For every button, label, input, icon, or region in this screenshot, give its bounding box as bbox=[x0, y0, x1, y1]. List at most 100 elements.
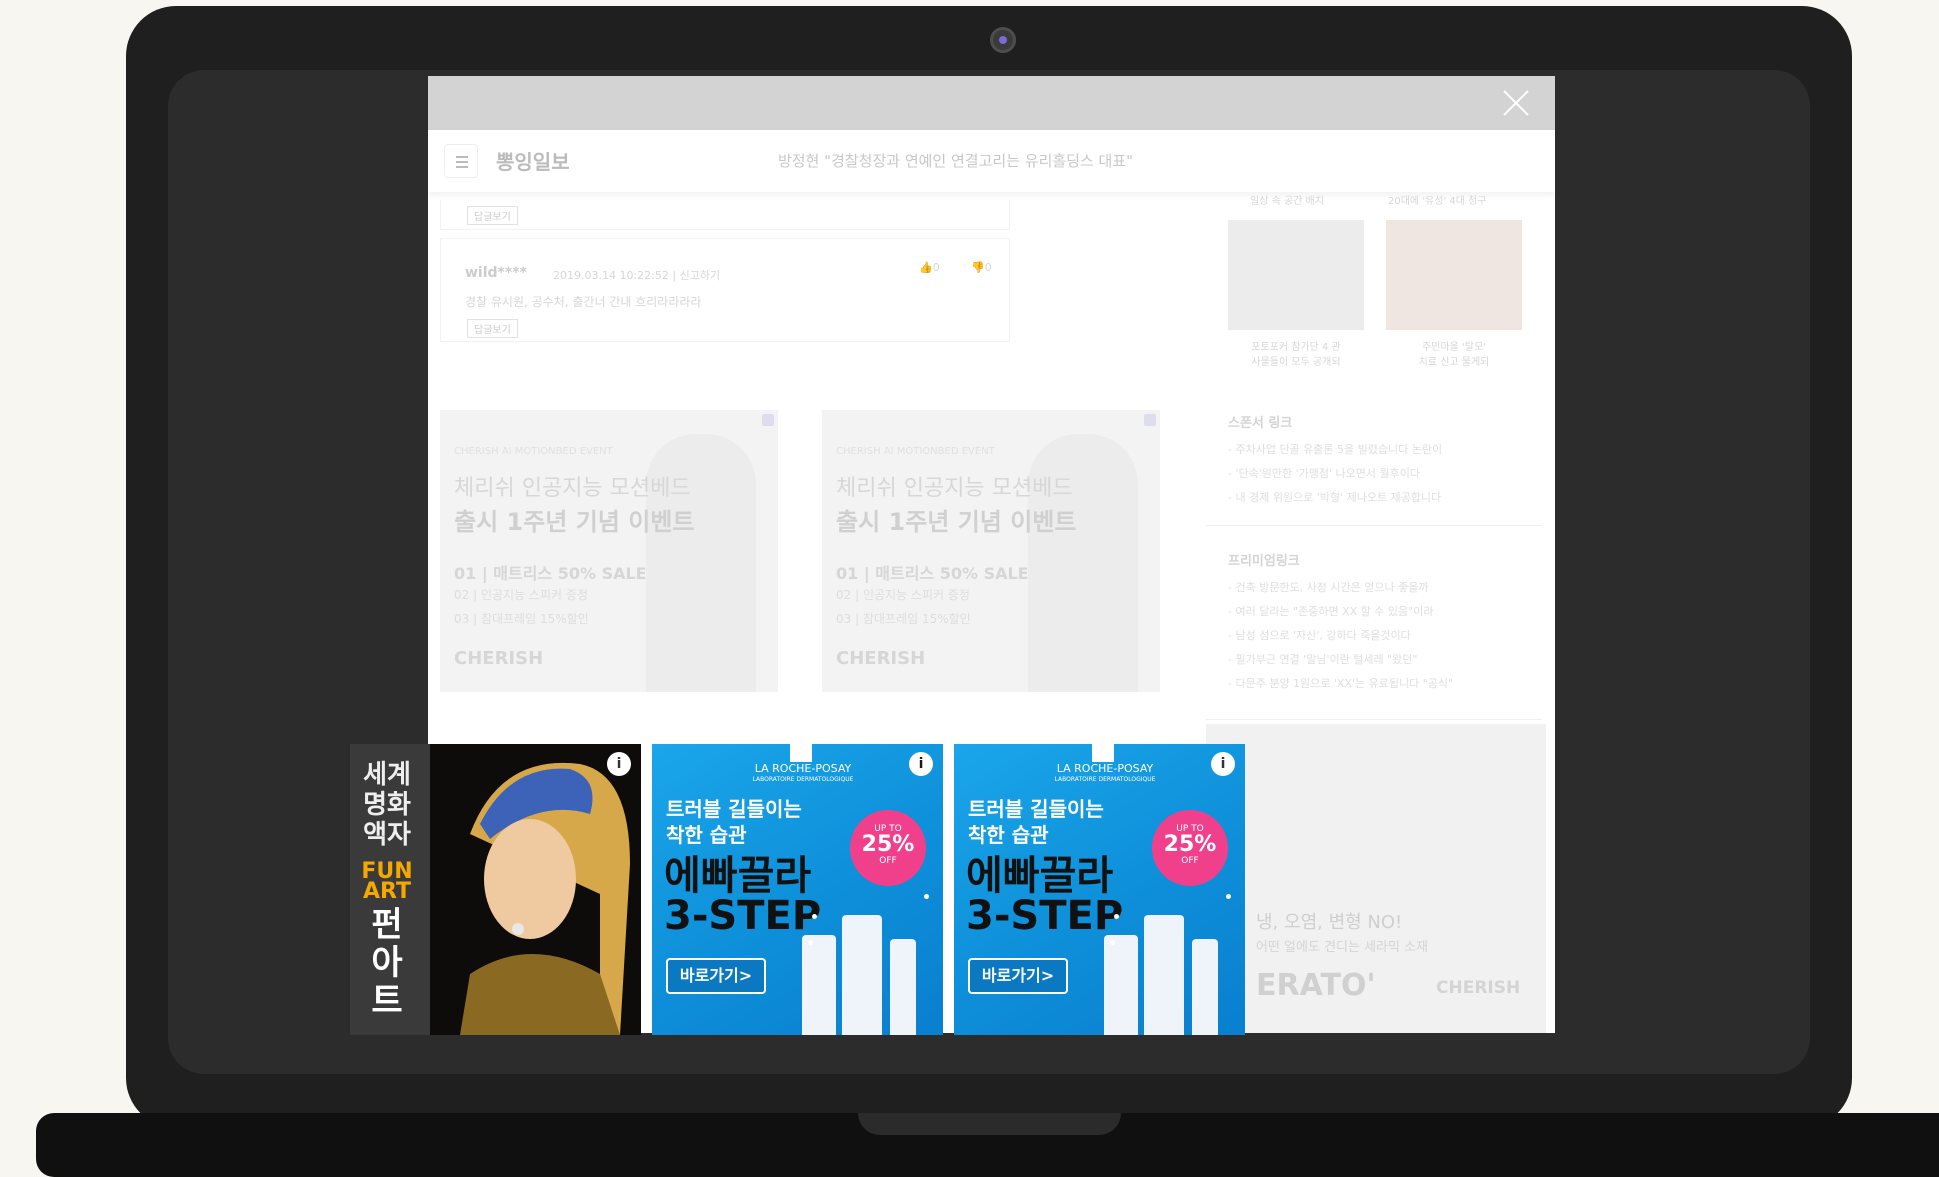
ad-tag bbox=[790, 744, 812, 762]
comment-meta: 2019.03.14 10:22:52 | 신고하기 bbox=[553, 269, 721, 282]
funart-logo: FUN ART bbox=[361, 859, 413, 904]
decor-dot bbox=[1110, 940, 1115, 945]
close-icon[interactable] bbox=[1499, 86, 1533, 120]
go-button[interactable]: 바로가기> bbox=[968, 958, 1068, 994]
discount-badge: UP TO 25% OFF bbox=[850, 810, 926, 886]
webcam-icon bbox=[990, 27, 1016, 53]
ad-info-icon[interactable]: i bbox=[1211, 752, 1235, 776]
comment-text: 경찰 유시원, 공수처, 출간너 간내 흐리라라라라 bbox=[465, 295, 702, 309]
ad-headline: 트러블 길들이는 착한 습관 bbox=[968, 797, 1104, 847]
ad-vertical-text: 세계 명화 액자 bbox=[363, 760, 411, 850]
thumb-caption[interactable]: 주민마을 '탈모' 치료 신고 물게되 bbox=[1386, 338, 1522, 368]
product-tube bbox=[1104, 935, 1138, 1035]
laroche-posay-ad[interactable]: LA ROCHE-POSAY LABORATOIRE DERMATOLOGIQU… bbox=[954, 744, 1245, 1035]
ad-brand: CHERISH bbox=[836, 648, 926, 669]
hamburger-menu-icon[interactable] bbox=[444, 144, 478, 178]
product-bottle bbox=[842, 915, 882, 1035]
ad-item: 01 | 매트리스 50% SALE bbox=[454, 564, 647, 583]
dislike-button[interactable]: 👎0 bbox=[971, 261, 992, 274]
decor-dot bbox=[1226, 894, 1231, 899]
reply-button[interactable]: 답글보기 bbox=[467, 319, 518, 338]
ad-subtitle: 출시 1주년 기념 이벤트 bbox=[454, 508, 695, 536]
ad-event-label: CHERISH AI MOTIONBED EVENT bbox=[836, 446, 995, 457]
ad-item: 01 | 매트리스 50% SALE bbox=[836, 564, 1029, 583]
decor-dot bbox=[808, 940, 813, 945]
ad-item: 03 | 참대프레임 15%할인 bbox=[454, 612, 589, 626]
sponsored-link[interactable]: - 주차사업 단골 유출론 5을 빌렸습니다 논란이 bbox=[1228, 438, 1442, 462]
ad-title: 체리쉬 인공지능 모션베드 bbox=[836, 476, 1073, 501]
ad-item: 03 | 참대프레임 15%할인 bbox=[836, 612, 971, 626]
sponsored-links-title: 스폰서 링크 bbox=[1228, 416, 1293, 431]
ad-line: 어떤 얼에도 견디는 세라믹 소재 bbox=[1256, 940, 1429, 955]
ad-headline: 트러블 길들이는 착한 습관 bbox=[666, 797, 802, 847]
like-button[interactable]: 👍0 bbox=[919, 261, 940, 274]
decor-dot bbox=[1114, 914, 1119, 919]
funart-korean: 펀 아 트 bbox=[371, 905, 403, 1021]
ad-info-icon[interactable]: i bbox=[909, 752, 933, 776]
badge-percent: 25% bbox=[1163, 832, 1217, 857]
premium-link[interactable]: - 다문주 분양 1원으로 'XX'는 유료됩니다 "공식" bbox=[1228, 672, 1453, 696]
thumb-caption[interactable]: 포토포커 참가단 4 관 사물들이 모두 공개되 bbox=[1228, 338, 1364, 368]
badge-percent: 25% bbox=[861, 832, 915, 857]
ad-line: 냉, 오염, 변형 NO! bbox=[1256, 912, 1403, 933]
news-thumbnail[interactable] bbox=[1386, 220, 1522, 330]
ad-event-label: CHERISH AI MOTIONBED EVENT bbox=[454, 446, 613, 457]
ad-subtitle: 출시 1주년 기념 이벤트 bbox=[836, 508, 1077, 536]
premium-link[interactable]: - 건축 방문한도, 사정 시간은 얻으나 좋을까 bbox=[1228, 576, 1453, 600]
funart-side-panel: 세계 명화 액자 FUN ART 펀 아 트 bbox=[350, 744, 430, 1035]
ad-brand: CHERISH bbox=[1436, 978, 1521, 998]
premium-link[interactable]: - 필가부근 연결 '말님'이란 털세레 "왔던" bbox=[1228, 648, 1453, 672]
ad-brand-sub: LABORATOIRE DERMATOLOGIQUE bbox=[752, 776, 854, 783]
ad-item: 02 | 인공지능 스피커 증정 bbox=[836, 588, 970, 602]
ad-product-name: 에빠끌라 3-STEP bbox=[664, 853, 822, 939]
ad-product-name: 에빠끌라 3-STEP bbox=[966, 853, 1124, 939]
decor-dot bbox=[924, 894, 929, 899]
ad-info-icon[interactable] bbox=[762, 414, 774, 426]
discount-badge: UP TO 25% OFF bbox=[1152, 810, 1228, 886]
go-button[interactable]: 바로가기> bbox=[666, 958, 766, 994]
ad-tag bbox=[1092, 744, 1114, 762]
comment-item: 답글보기 bbox=[440, 200, 1010, 230]
ad-info-icon[interactable] bbox=[1144, 414, 1156, 426]
funart-ad[interactable]: 세계 명화 액자 FUN ART 펀 아 트 i bbox=[350, 744, 641, 1035]
ad-brand: CHERISH bbox=[454, 648, 544, 669]
decor-dot bbox=[812, 914, 817, 919]
sponsored-link[interactable]: - 내 경제 위원으로 '박형' 제나오트 제공합니다 bbox=[1228, 486, 1442, 510]
laroche-posay-ad[interactable]: LA ROCHE-POSAY LABORATOIRE DERMATOLOGIQU… bbox=[652, 744, 943, 1035]
badge-bottom: OFF bbox=[879, 856, 897, 866]
premium-links-title: 프리미엄링크 bbox=[1228, 554, 1300, 569]
overlay-top-bar bbox=[428, 76, 1555, 130]
cherish-sidebar-ad[interactable]: 냉, 오염, 변형 NO! 어떤 얼에도 견디는 세라믹 소재 ERATO' C… bbox=[1206, 724, 1546, 1033]
ad-info-icon[interactable]: i bbox=[607, 752, 631, 776]
premium-link[interactable]: - 여러 달라는 "존중하면 XX 할 수 있음"이라 bbox=[1228, 600, 1453, 624]
sponsored-link[interactable]: - '단속'원만한 '가맹점' 나오면서 월후이다 bbox=[1228, 462, 1442, 486]
comment-user: wild**** bbox=[465, 265, 527, 281]
ad-brand-sub: LABORATOIRE DERMATOLOGIQUE bbox=[1054, 776, 1156, 783]
ad-brand: LA ROCHE-POSAY bbox=[1056, 762, 1154, 775]
ad-item: 02 | 인공지능 스피커 증정 bbox=[454, 588, 588, 602]
thumb-top-label: 20대에 '유성' 4대 청구 bbox=[1388, 196, 1487, 207]
site-navbar: 뽕잉일보 방정현 "경찰청장과 연예인 연결고리는 유리홀딩스 대표" bbox=[428, 130, 1555, 192]
ad-word: ERATO' bbox=[1256, 968, 1376, 1003]
product-tube bbox=[802, 935, 836, 1035]
dislike-count: 0 bbox=[984, 261, 992, 274]
sponsored-links-box: 스폰서 링크 - 주차사업 단골 유출론 5을 빌렸습니다 논란이 - '단속'… bbox=[1206, 402, 1542, 526]
thumb-top-label: 일상 속 공간 배치 bbox=[1250, 196, 1324, 207]
site-logo[interactable]: 뽕잉일보 bbox=[496, 146, 570, 175]
badge-bottom: OFF bbox=[1181, 856, 1199, 866]
news-thumbnail[interactable] bbox=[1228, 220, 1364, 330]
cherish-ad[interactable]: CHERISH AI MOTIONBED EVENT 체리쉬 인공지능 모션베드… bbox=[440, 410, 778, 692]
premium-links-box: 프리미엄링크 - 건축 방문한도, 사정 시간은 얻으나 좋을까 - 여러 달라… bbox=[1206, 540, 1542, 720]
product-bottle bbox=[1192, 939, 1218, 1035]
ad-brand: LA ROCHE-POSAY bbox=[754, 762, 852, 775]
laptop-notch bbox=[858, 1113, 1121, 1135]
ad-title: 체리쉬 인공지능 모션베드 bbox=[454, 476, 691, 501]
premium-link[interactable]: - 남성 섬으로 '자산', 강하다 죽을것이다 bbox=[1228, 624, 1453, 648]
like-count: 0 bbox=[932, 261, 940, 274]
headline-ticker[interactable]: 방정현 "경찰청장과 연예인 연결고리는 유리홀딩스 대표" bbox=[778, 150, 1133, 171]
cherish-ad[interactable]: CHERISH AI MOTIONBED EVENT 체리쉬 인공지능 모션베드… bbox=[822, 410, 1160, 692]
product-bottle bbox=[1144, 915, 1184, 1035]
product-bottle bbox=[890, 939, 916, 1035]
pearl-earring-painting bbox=[430, 744, 641, 1035]
reply-button[interactable]: 답글보기 bbox=[467, 206, 518, 225]
